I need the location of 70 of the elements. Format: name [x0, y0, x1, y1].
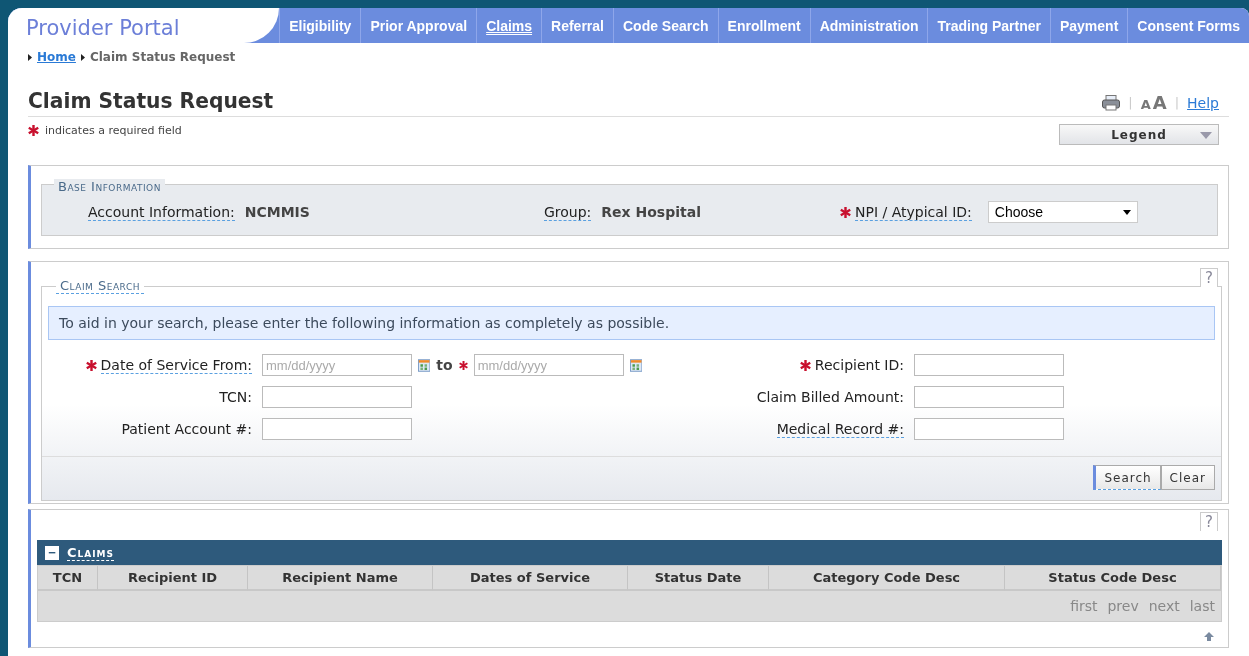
- page-title: Claim Status Request: [28, 88, 274, 113]
- collapse-button[interactable]: −: [45, 545, 59, 560]
- pager-link[interactable]: first: [1070, 598, 1098, 614]
- help-button[interactable]: ?: [1200, 268, 1218, 287]
- portal-title: Provider Portal: [26, 15, 180, 42]
- field-label: Account Information:: [88, 203, 235, 221]
- nav-tab[interactable]: Claims: [476, 8, 542, 43]
- calendar-icon[interactable]: [418, 357, 431, 373]
- nav-tab[interactable]: Code Search: [613, 8, 718, 43]
- calendar-icon[interactable]: [629, 357, 642, 373]
- form-button[interactable]: Clear: [1160, 465, 1215, 490]
- input-field[interactable]: [914, 418, 1064, 440]
- to-label: to: [436, 357, 453, 373]
- nav-tab[interactable]: Trading Partner: [927, 8, 1050, 43]
- section-legend: Claim Search: [56, 278, 144, 294]
- info-message: To aid in your search, please enter the following information as completely as possible.: [48, 306, 1215, 340]
- field-value: Rex Hospital: [601, 203, 701, 221]
- field-value: NCMMIS: [244, 203, 310, 221]
- field-label: Claim Billed Amount:: [756, 389, 904, 405]
- input-field[interactable]: [262, 386, 412, 408]
- nav-tab[interactable]: Referral: [541, 8, 613, 43]
- column-header[interactable]: Status Date: [628, 566, 769, 591]
- column-header[interactable]: Recipient Name: [248, 566, 433, 591]
- field-label: NPI / Atypical ID:: [855, 203, 972, 221]
- field-label: Date of Service From:: [100, 356, 252, 374]
- breadcrumb-link[interactable]: Home: [37, 50, 76, 64]
- column-header[interactable]: Dates of Service: [433, 566, 628, 591]
- field-label: Group:: [544, 203, 592, 221]
- field-label: Recipient ID:: [814, 357, 904, 373]
- nav-tab[interactable]: Payment: [1049, 8, 1128, 43]
- claims-title: Claims: [67, 544, 115, 561]
- nav-tab[interactable]: Prior Approval: [360, 8, 477, 43]
- bullet-icon: [28, 53, 32, 61]
- up-arrow-icon[interactable]: [1204, 632, 1214, 641]
- breadcrumb-current: Claim Status Request: [89, 50, 236, 64]
- required-note: indicates a required field: [45, 124, 182, 137]
- input-field[interactable]: [262, 418, 412, 440]
- nav-tab[interactable]: Administration: [809, 8, 928, 43]
- separator: |: [1128, 95, 1133, 110]
- nav-tab[interactable]: Eligibility: [279, 8, 361, 43]
- column-header[interactable]: TCN: [38, 566, 98, 591]
- nav-tab[interactable]: Enrollment: [717, 8, 810, 43]
- pager-link[interactable]: next: [1148, 598, 1180, 614]
- field-label: TCN:: [219, 389, 252, 405]
- input-field[interactable]: [914, 386, 1064, 408]
- pager-link[interactable]: last: [1189, 598, 1215, 614]
- text-size-button[interactable]: A: [1152, 92, 1167, 113]
- separator: |: [1174, 95, 1180, 110]
- caret-icon: [1122, 209, 1131, 215]
- column-header[interactable]: Category Code Desc: [769, 566, 1005, 591]
- section-legend: Base Information: [54, 179, 165, 194]
- printer-icon[interactable]: [1102, 94, 1121, 111]
- text-size-button[interactable]: A: [1140, 97, 1151, 112]
- field-label: Medical Record #:: [776, 420, 904, 438]
- nav-tab[interactable]: Consent Forms: [1127, 8, 1249, 43]
- bullet-icon: [80, 53, 85, 61]
- help-link[interactable]: Help: [1187, 94, 1219, 111]
- form-button[interactable]: Search: [1093, 465, 1161, 490]
- column-header[interactable]: Recipient ID: [98, 566, 248, 591]
- asterisk-icon: [28, 125, 39, 136]
- legend-dropdown[interactable]: Legend: [1059, 124, 1219, 145]
- pager-link[interactable]: prev: [1107, 598, 1139, 614]
- date-field[interactable]: mm/dd/yyyy: [473, 354, 624, 376]
- npi-select[interactable]: Choose: [987, 201, 1138, 223]
- field-label: Patient Account #:: [121, 421, 252, 437]
- help-button[interactable]: ?: [1200, 512, 1218, 531]
- caret-icon: [1200, 132, 1212, 139]
- date-field[interactable]: mm/dd/yyyy: [262, 354, 412, 376]
- column-header[interactable]: Status Code Desc: [1005, 566, 1221, 591]
- input-field[interactable]: [914, 354, 1064, 376]
